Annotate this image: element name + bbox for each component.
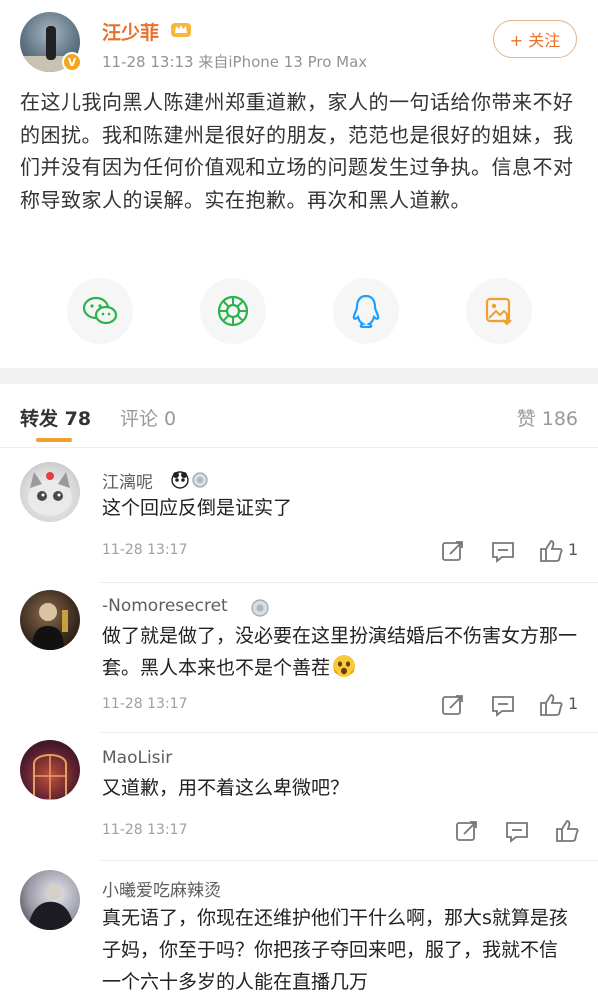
panda-medal-icon (171, 471, 208, 489)
post-meta: 11-28 13:13 来自iPhone 13 Pro Max (102, 53, 368, 71)
member-crown-icon (171, 23, 191, 37)
section-divider (0, 368, 598, 384)
avatar[interactable] (20, 590, 80, 650)
person-avatar-icon (32, 603, 68, 650)
silver-medal-icon (251, 599, 269, 617)
verified-badge: V (62, 52, 82, 72)
share-row (0, 278, 598, 348)
church-window-avatar-icon (33, 754, 67, 800)
tab-likes[interactable]: 赞 186 (517, 404, 578, 431)
like-count: 1 (568, 540, 579, 559)
like-icon[interactable] (538, 692, 564, 718)
save-image-icon (485, 297, 512, 326)
save-image-button[interactable] (466, 278, 532, 344)
comment-text: 做了就是做了，没必要在这里扮演结婚后不伤害女方那一套。黑人本来也不是个善茬 (102, 620, 582, 684)
follow-button[interactable]: + 关注 (493, 20, 577, 58)
active-tab-indicator (36, 438, 72, 442)
commenter-name[interactable]: 江漓呢 (102, 468, 153, 493)
avatar[interactable] (20, 462, 80, 522)
comment-divider (100, 732, 598, 733)
share-qq-button[interactable] (333, 278, 399, 344)
share-wechat-button[interactable] (67, 278, 133, 344)
avatar[interactable] (20, 870, 80, 930)
like-icon[interactable] (538, 538, 564, 564)
repost-icon[interactable] (454, 818, 480, 844)
comment-text: 这个回应反倒是证实了 (102, 497, 293, 519)
scared-emoji-icon (333, 655, 356, 677)
comment-icon[interactable] (490, 692, 516, 718)
post-header: V 汪少菲 11-28 13:13 来自iPhone 13 Pro Max + … (0, 0, 598, 82)
comment-time: 11-28 13:17 (102, 542, 188, 558)
wechat-icon (82, 296, 118, 325)
qq-icon (352, 294, 380, 328)
comment-time: 11-28 13:17 (102, 696, 188, 712)
comment-text: 又道歉，用不着这么卑微吧？ (102, 777, 350, 799)
commenter-name[interactable]: MaoLisir (102, 748, 172, 768)
tab-comments[interactable]: 评论 0 (120, 404, 176, 431)
moments-icon (217, 295, 249, 327)
avatar[interactable] (20, 740, 80, 800)
comment-text: 真无语了，你现在还维护他们干什么啊，那大s就算是孩子妈，你至于吗？你把孩子夺回来… (102, 907, 568, 993)
comment-time: 11-28 13:17 (102, 822, 188, 838)
person-avatar-icon (28, 884, 74, 930)
repost-icon[interactable] (440, 692, 466, 718)
author-name[interactable]: 汪少菲 (102, 18, 159, 45)
comment-icon[interactable] (504, 818, 530, 844)
post-body: 在这儿我向黑人陈建州郑重道歉，家人的一句话给你带来不好的困扰。我和陈建州是很好的… (20, 90, 574, 212)
comment-divider (100, 860, 598, 861)
tab-bar: 转发 78 评论 0 赞 186 (0, 384, 598, 448)
tab-reposts[interactable]: 转发 78 (20, 404, 91, 431)
commenter-name[interactable]: -Nomoresecret (102, 596, 228, 616)
like-icon[interactable] (554, 818, 580, 844)
comment-divider (100, 582, 598, 583)
repost-icon[interactable] (440, 538, 466, 564)
like-count: 1 (568, 694, 579, 713)
commenter-name[interactable]: 小曦爱吃麻辣烫 (102, 876, 221, 901)
comment-icon[interactable] (490, 538, 516, 564)
share-moments-button[interactable] (200, 278, 266, 344)
cat-avatar-icon (28, 472, 72, 516)
